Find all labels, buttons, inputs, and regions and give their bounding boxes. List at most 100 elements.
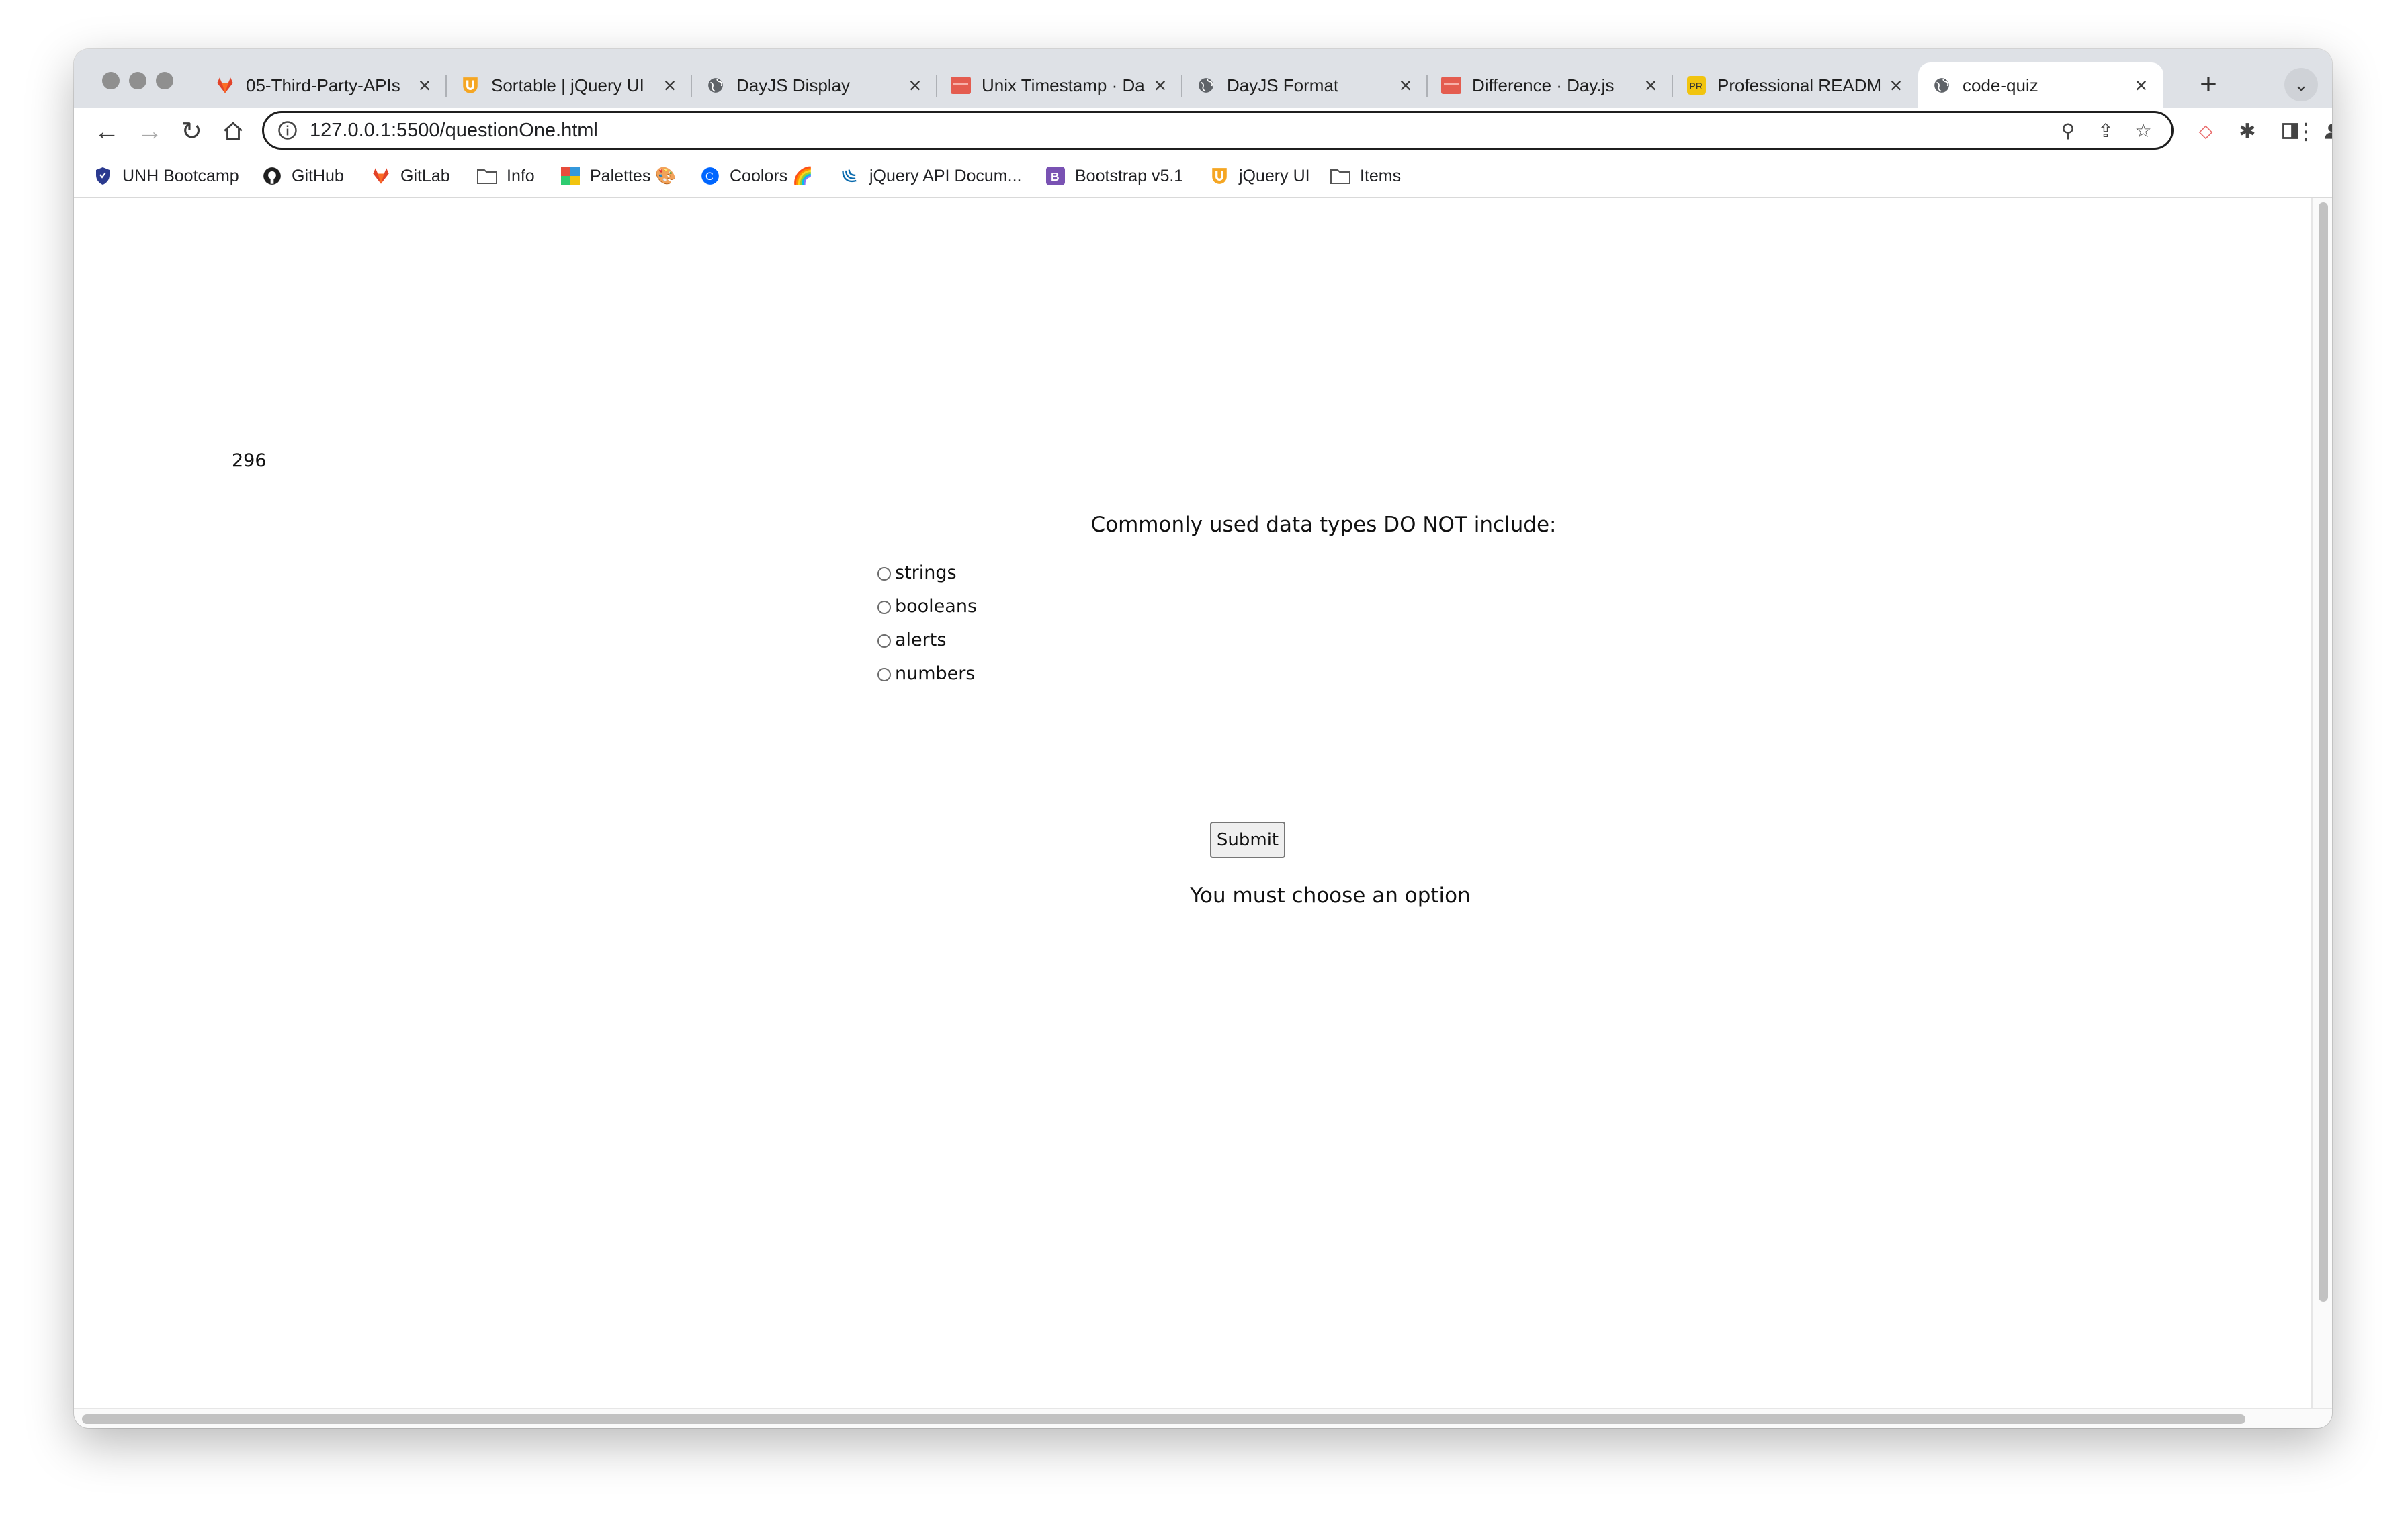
reload-button[interactable]: ↻ <box>173 114 210 150</box>
address-bar[interactable]: 127.0.0.1:5500/questionOne.html ⚲ ⇪ ☆ <box>262 111 2174 150</box>
close-icon[interactable]: × <box>1641 73 1661 98</box>
horizontal-scrollbar[interactable] <box>74 1408 2332 1428</box>
question-text: Commonly used data types DO NOT include: <box>1090 513 1557 537</box>
bookmark-gitlab[interactable]: GitLab <box>371 163 450 189</box>
bookmarks-bar: UNH Bootcamp GitHub GitLab Info Palettes… <box>74 155 2332 198</box>
answer-options: strings booleans alerts numbers <box>877 556 977 690</box>
jquery-ui-icon <box>460 75 480 95</box>
tab-dayjs-format[interactable]: DayJS Format × <box>1182 62 1428 108</box>
tab-title: DayJS Format <box>1227 75 1339 95</box>
tab-title: code-quiz <box>1963 75 2038 95</box>
option-label: strings <box>895 562 957 583</box>
option-booleans[interactable]: booleans <box>877 589 977 623</box>
palette-icon <box>560 166 580 186</box>
bookmark-coolors[interactable]: C Coolors 🌈 <box>700 163 813 189</box>
browser-window: 05-Third-Party-APIs × Sortable | jQuery … <box>74 49 2332 1428</box>
info-icon <box>278 121 297 140</box>
tab-title: 05-Third-Party-APIs <box>246 75 400 95</box>
jquery-ui-icon <box>1209 166 1230 186</box>
globe-icon <box>1196 75 1216 95</box>
readme-icon: PR <box>1686 75 1707 95</box>
zoom-window-button[interactable] <box>156 72 173 89</box>
vertical-scroll-thumb[interactable] <box>2319 202 2328 1302</box>
radio-button[interactable] <box>877 567 891 581</box>
option-numbers[interactable]: numbers <box>877 656 977 690</box>
bookmark-label: Coolors 🌈 <box>730 166 814 185</box>
close-icon[interactable]: × <box>1150 73 1170 98</box>
tab-difference[interactable]: Difference · Day.js × <box>1428 62 1673 108</box>
extension-icon[interactable]: ⬦ <box>2188 114 2224 150</box>
back-arrow-icon: ← <box>94 118 120 146</box>
bookmark-star-icon[interactable]: ☆ <box>2124 120 2162 142</box>
horizontal-scroll-thumb[interactable] <box>82 1414 2245 1424</box>
new-tab-button[interactable]: + <box>2190 67 2227 103</box>
dayjs-icon <box>1441 75 1461 95</box>
bookmark-label: UNH Bootcamp <box>122 166 239 185</box>
forward-button[interactable]: → <box>132 114 168 150</box>
bookmark-github[interactable]: GitHub <box>262 163 344 189</box>
tab-professional-readme[interactable]: PR Professional READM × <box>1673 62 1918 108</box>
tab-sortable[interactable]: Sortable | jQuery UI × <box>447 62 692 108</box>
radio-button[interactable] <box>877 634 891 648</box>
minimize-window-button[interactable] <box>129 72 146 89</box>
submit-button[interactable]: Submit <box>1210 822 1285 858</box>
bookmark-palettes[interactable]: Palettes 🎨 <box>560 163 676 189</box>
tab-code-quiz[interactable]: code-quiz × <box>1918 62 2163 108</box>
close-icon[interactable]: × <box>660 73 680 98</box>
close-icon[interactable]: × <box>2131 73 2151 98</box>
radio-button[interactable] <box>877 668 891 681</box>
bookmark-label: Bootstrap v5.1 <box>1075 166 1184 185</box>
tab-strip: 05-Third-Party-APIs × Sortable | jQuery … <box>74 49 2332 108</box>
menu-icon[interactable]: ⋮ <box>2292 114 2319 150</box>
close-icon[interactable]: × <box>905 73 925 98</box>
radio-button[interactable] <box>877 601 891 614</box>
url-text: 127.0.0.1:5500/questionOne.html <box>310 119 598 141</box>
share-icon[interactable]: ⇪ <box>2087 120 2124 142</box>
bookmark-info[interactable]: Info <box>477 163 535 189</box>
home-button[interactable] <box>215 114 251 150</box>
svg-text:C: C <box>705 171 714 183</box>
bookmark-bootstrap[interactable]: B Bootstrap v5.1 <box>1045 163 1183 189</box>
tab-dayjs-display[interactable]: DayJS Display × <box>692 62 937 108</box>
close-icon[interactable]: × <box>1395 73 1416 98</box>
tab-search-button[interactable]: ⌄ <box>2284 68 2318 101</box>
bootstrap-icon: B <box>1045 166 1066 186</box>
coolors-icon: C <box>700 166 720 186</box>
tab-third-party-apis[interactable]: 05-Third-Party-APIs × <box>202 62 447 108</box>
close-icon[interactable]: × <box>1886 73 1906 98</box>
option-strings[interactable]: strings <box>877 556 977 589</box>
bookmark-jquery-api[interactable]: jQuery API Docum... <box>840 163 1021 189</box>
browser-toolbar: ← → ↻ 127.0.0.1:5500/questionOne.html ⚲ … <box>74 108 2332 155</box>
bookmark-label: Palettes 🎨 <box>590 166 677 185</box>
option-label: alerts <box>895 629 947 650</box>
timer: 296 <box>232 450 267 471</box>
option-alerts[interactable]: alerts <box>877 623 977 656</box>
bookmark-jquery-ui[interactable]: jQuery UI <box>1209 163 1310 189</box>
bookmark-items[interactable]: Items <box>1330 163 1401 189</box>
back-button[interactable]: ← <box>89 114 125 150</box>
chevron-down-icon: ⌄ <box>2294 75 2309 95</box>
tab-title: DayJS Display <box>736 75 851 95</box>
globe-icon <box>1932 75 1952 95</box>
forward-arrow-icon: → <box>137 118 163 146</box>
close-icon[interactable]: × <box>415 73 435 98</box>
zoom-icon[interactable]: ⚲ <box>2049 120 2087 142</box>
vertical-scrollbar[interactable] <box>2311 198 2332 1408</box>
dayjs-icon <box>951 75 971 95</box>
option-label: numbers <box>895 663 976 684</box>
gitlab-icon <box>371 166 391 186</box>
folder-icon <box>1330 166 1350 186</box>
svg-text:PR: PR <box>1690 81 1703 91</box>
bookmark-label: Info <box>507 166 535 185</box>
folder-icon <box>477 166 497 186</box>
close-window-button[interactable] <box>102 72 120 89</box>
tab-title: Professional READM <box>1717 75 1882 95</box>
svg-text:B: B <box>1051 170 1060 183</box>
bookmark-unh-bootcamp[interactable]: UNH Bootcamp <box>93 163 239 189</box>
tab-title: Unix Timestamp · Da <box>982 75 1145 95</box>
validation-message: You must choose an option <box>1190 884 1471 908</box>
tab-unix-timestamp[interactable]: Unix Timestamp · Da × <box>937 62 1182 108</box>
page-content: 296 Commonly used data types DO NOT incl… <box>74 198 2311 1408</box>
github-icon <box>262 166 282 186</box>
extensions-puzzle-icon[interactable]: ✱ <box>2229 114 2266 150</box>
